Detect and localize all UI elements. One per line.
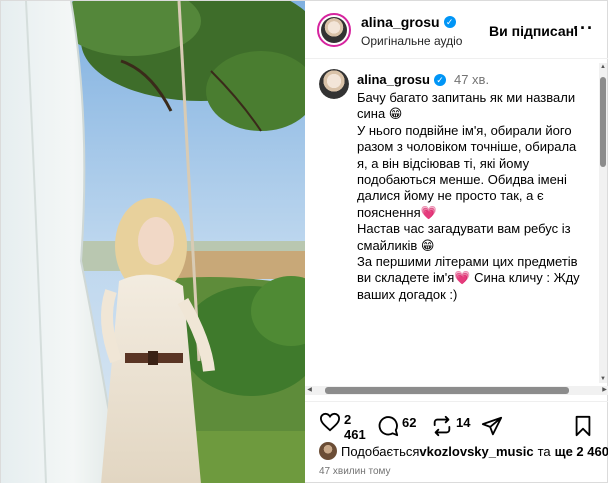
- likes-others[interactable]: ще 2 460: [555, 444, 608, 459]
- scroll-left-icon[interactable]: ◀: [305, 386, 314, 395]
- following-button[interactable]: Ви підписані: [489, 23, 578, 39]
- scroll-up-icon[interactable]: ▲: [599, 63, 607, 71]
- caption-header: alina_grosu ✓ 47 хв.: [357, 72, 489, 87]
- post-photo: [1, 1, 305, 483]
- horizontal-scrollbar[interactable]: ◀ ▶: [305, 386, 608, 395]
- like-count: 2 461: [344, 412, 366, 442]
- scrollbar-thumb[interactable]: [600, 77, 606, 167]
- scroll-down-icon[interactable]: ▼: [599, 375, 607, 383]
- avatar-image: [319, 69, 349, 99]
- caption-username[interactable]: alina_grosu: [357, 72, 430, 87]
- post-dialog: alina_grosu ✓ Оригінальне аудіо Ви підпи…: [0, 0, 608, 483]
- heart-icon: [319, 412, 341, 432]
- likes-middle: та: [537, 443, 551, 459]
- liker-username[interactable]: vkozlovsky_music: [419, 444, 533, 459]
- post-media[interactable]: [1, 1, 305, 483]
- share-icon: [481, 416, 503, 436]
- post-timestamp[interactable]: 47 хвилин тому: [319, 466, 391, 477]
- caption-line: Бачу багато запитань як ми назвали сина …: [357, 90, 576, 122]
- more-options-icon[interactable]: ···: [573, 18, 594, 39]
- author-username[interactable]: alina_grosu: [361, 14, 440, 30]
- like-button[interactable]: 2 461: [319, 412, 368, 442]
- comment-button[interactable]: 62: [377, 415, 416, 437]
- vertical-scrollbar[interactable]: ▲ ▼: [599, 63, 607, 383]
- save-button[interactable]: [573, 415, 593, 437]
- verified-icon: ✓: [443, 16, 456, 28]
- caption-line: У нього подвійне ім'я, обирали його разо…: [357, 122, 577, 220]
- liker-avatar[interactable]: [319, 442, 337, 460]
- caption-time[interactable]: 47 хв.: [454, 72, 489, 87]
- likes-summary: Подобається vkozlovsky_music та ще 2 460: [319, 442, 608, 460]
- post-panel: alina_grosu ✓ Оригінальне аудіо Ви підпи…: [305, 1, 608, 483]
- caption-line: Настав час загадувати вам ребус із смайл…: [357, 221, 571, 253]
- caption-text: Бачу багато запитань як ми назвали сина …: [357, 90, 589, 303]
- repost-count: 14: [456, 415, 471, 430]
- scrollbar-thumb[interactable]: [325, 387, 569, 394]
- verified-icon: ✓: [433, 73, 446, 86]
- author-name-row: alina_grosu ✓: [361, 14, 456, 30]
- share-button[interactable]: [481, 415, 503, 437]
- audio-link[interactable]: Оригінальне аудіо: [361, 34, 462, 48]
- post-header: alina_grosu ✓ Оригінальне аудіо Ви підпи…: [305, 1, 608, 59]
- avatar-image: [321, 17, 347, 43]
- comments-area[interactable]: alina_grosu ✓ 47 хв. Бачу багато запитан…: [305, 59, 608, 399]
- caption-line: За першими літерами цих предметів ви скл…: [357, 254, 580, 302]
- action-bar: 2 461 62 14: [305, 401, 608, 442]
- author-avatar[interactable]: [317, 13, 351, 47]
- likes-prefix: Подобається: [341, 443, 420, 459]
- repost-icon: [433, 415, 451, 437]
- bookmark-icon: [575, 415, 591, 437]
- comment-icon: [378, 416, 399, 437]
- scroll-right-icon[interactable]: ▶: [600, 386, 608, 395]
- repost-button[interactable]: 14: [431, 415, 470, 437]
- caption-author-avatar[interactable]: [319, 69, 349, 99]
- comment-count: 62: [402, 415, 417, 430]
